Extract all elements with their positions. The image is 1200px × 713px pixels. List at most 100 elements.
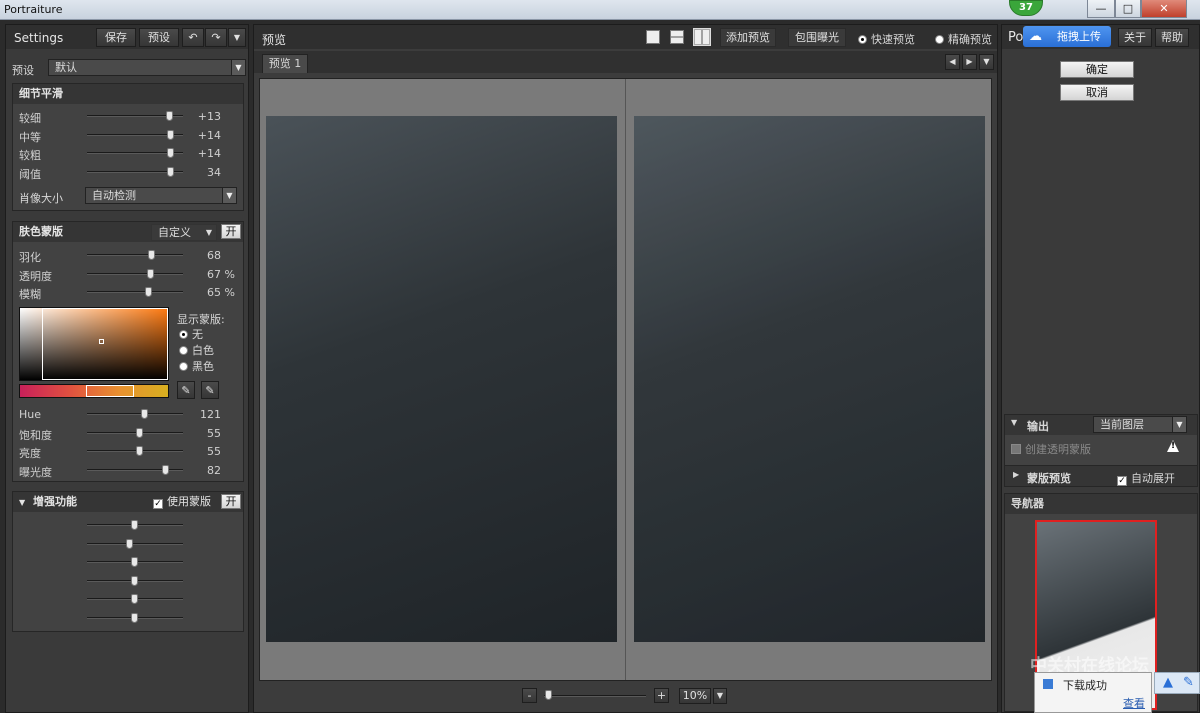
enhance-slider-track[interactable] xyxy=(87,542,183,545)
collapse-triangle-icon[interactable]: ▼ xyxy=(19,498,25,507)
enhance-slider-thumb[interactable] xyxy=(131,594,138,604)
ok-button[interactable]: 确定 xyxy=(1060,61,1134,78)
preview-divider[interactable] xyxy=(625,79,626,680)
portrait-size-label: 肖像大小 xyxy=(19,192,63,205)
save-button[interactable]: 保存 xyxy=(96,28,136,47)
tab-menu-button[interactable]: ▼ xyxy=(979,54,994,70)
redo-icon[interactable]: ↷ xyxy=(211,31,220,44)
zoom-dropdown-button[interactable]: ▼ xyxy=(713,688,727,704)
split-horizontal-icon[interactable] xyxy=(670,30,684,44)
detail-slider-value[interactable]: +14 xyxy=(198,147,221,160)
collapse-triangle-icon[interactable]: ▼ xyxy=(1011,418,1017,427)
tab-preview-1[interactable]: 预览 1 xyxy=(262,54,308,73)
zoom-in-button[interactable]: + xyxy=(654,688,669,703)
output-select[interactable]: 当前图层 ▼ xyxy=(1093,416,1187,433)
add-preview-button[interactable]: 添加预览 xyxy=(720,28,776,47)
enhance-slider-thumb[interactable] xyxy=(131,612,138,623)
create-mask-checkbox[interactable]: 创建透明蒙版 xyxy=(1011,441,1091,457)
enhance-slider-thumb[interactable] xyxy=(131,520,138,530)
single-view-icon[interactable] xyxy=(646,30,660,44)
enhance-title: 增强功能 xyxy=(33,495,77,508)
close-button[interactable]: ✕ xyxy=(1141,0,1187,18)
hsl-slider-thumb[interactable] xyxy=(161,464,169,475)
hsl-slider-value[interactable]: 121 xyxy=(200,408,221,421)
skin-slider-thumb[interactable] xyxy=(147,268,155,279)
show-mask-label: 显示蒙版: xyxy=(177,313,225,326)
enhance-toggle[interactable]: 开 xyxy=(221,494,241,509)
view-link[interactable]: 查看 xyxy=(1123,695,1145,711)
show-mask-option[interactable]: 白色 xyxy=(179,342,214,358)
hsl-slider-thumb[interactable] xyxy=(140,409,148,419)
redo-button[interactable]: ↷ xyxy=(205,28,227,47)
zoom-value[interactable]: 10% xyxy=(679,688,711,704)
tab-next-button[interactable]: ▶ xyxy=(962,54,977,70)
retouched-photo[interactable] xyxy=(634,116,985,642)
use-mask-label: 使用蒙版 xyxy=(167,495,211,508)
minimize-button[interactable]: — xyxy=(1087,0,1115,18)
detail-slider-thumb[interactable] xyxy=(167,129,175,140)
hsl-slider-thumb[interactable] xyxy=(135,427,143,438)
accurate-preview-radio[interactable]: 精确预览 xyxy=(935,31,992,47)
hsl-slider-track[interactable] xyxy=(87,413,183,415)
detail-slider-value[interactable]: 34 xyxy=(207,166,221,179)
skin-slider-thumb[interactable] xyxy=(145,287,153,297)
maximize-button[interactable]: □ xyxy=(1115,0,1141,18)
fast-preview-radio[interactable]: 快速预览 xyxy=(858,31,915,47)
enhance-slider-thumb[interactable] xyxy=(131,557,138,567)
skin-slider-track[interactable] xyxy=(87,254,183,256)
hue-range-window[interactable] xyxy=(86,385,134,397)
hue-range-bar[interactable] xyxy=(19,384,169,398)
warning-icon[interactable]: ! xyxy=(1167,440,1179,452)
help-button[interactable]: 帮助 xyxy=(1155,28,1189,47)
settings-menu-button[interactable]: ▼ xyxy=(228,28,246,47)
chevron-down-icon: ▼ xyxy=(205,228,212,237)
zoom-slider[interactable] xyxy=(544,695,646,697)
color-crosshair-icon[interactable] xyxy=(99,339,104,344)
auto-expand-checkbox[interactable]: ✓ 自动展开 xyxy=(1117,470,1175,486)
skin-slider-track[interactable] xyxy=(87,291,183,293)
skin-slider-value[interactable]: 67 xyxy=(207,268,221,281)
skin-slider-value[interactable]: 65 xyxy=(207,286,221,299)
zoom-slider-thumb[interactable] xyxy=(545,690,553,700)
eyedropper-add-button[interactable]: ✎ xyxy=(177,381,195,399)
output-header: ▼ 输出 当前图层 ▼ xyxy=(1005,415,1197,435)
expand-triangle-icon[interactable]: ▶ xyxy=(1013,470,1019,479)
clip-exposure-button[interactable]: 包围曝光 xyxy=(788,28,846,47)
preset-select[interactable]: 默认 ▼ xyxy=(48,59,246,76)
cancel-button[interactable]: 取消 xyxy=(1060,84,1134,101)
use-mask-checkbox[interactable]: ✓ 使用蒙版 xyxy=(153,492,211,512)
hsl-slider-value[interactable]: 55 xyxy=(207,445,221,458)
split-vertical-icon[interactable] xyxy=(693,28,711,46)
hsl-slider-thumb[interactable] xyxy=(135,446,143,456)
zoom-out-button[interactable]: - xyxy=(522,688,537,703)
about-button[interactable]: 关于 xyxy=(1118,28,1152,47)
detail-slider-value[interactable]: +14 xyxy=(198,129,221,142)
original-photo[interactable] xyxy=(266,116,617,642)
hsl-slider-value[interactable]: 55 xyxy=(207,427,221,440)
detail-slider-value[interactable]: +13 xyxy=(198,110,221,123)
detail-slider-thumb[interactable] xyxy=(167,166,175,177)
hsl-slider-value[interactable]: 82 xyxy=(207,464,221,477)
show-mask-option[interactable]: 黑色 xyxy=(179,358,214,374)
skin-slider-value[interactable]: 68 xyxy=(207,249,221,262)
enhance-slider-thumb[interactable] xyxy=(126,538,134,549)
skin-slider-track[interactable] xyxy=(87,272,183,275)
tab-prev-button[interactable]: ◀ xyxy=(945,54,960,70)
portrait-size-select[interactable]: 自动检测 ▼ xyxy=(85,187,237,204)
enhance-slider-thumb[interactable] xyxy=(131,575,138,586)
shirt-icon[interactable]: ▲ xyxy=(1163,675,1173,690)
skin-mode-select[interactable]: 自定义 ▼ xyxy=(151,224,217,241)
chevron-right-icon: ▶ xyxy=(966,57,973,66)
skin-color-field[interactable] xyxy=(19,307,169,381)
detail-slider-thumb[interactable] xyxy=(167,148,175,158)
show-mask-option[interactable]: 无 xyxy=(179,326,203,342)
eyedropper-remove-button[interactable]: ✎ xyxy=(201,381,219,399)
skin-color-range[interactable] xyxy=(42,308,168,380)
detail-slider-thumb[interactable] xyxy=(165,111,173,121)
skin-mask-toggle[interactable]: 开 xyxy=(221,224,241,239)
upload-button[interactable]: ☁ 拖拽上传 xyxy=(1023,26,1111,47)
skin-slider-thumb[interactable] xyxy=(148,250,156,260)
wrench-icon[interactable]: ✎ xyxy=(1183,675,1194,690)
preset-button[interactable]: 预设 xyxy=(139,28,179,47)
undo-button[interactable]: ↶ xyxy=(182,28,204,47)
